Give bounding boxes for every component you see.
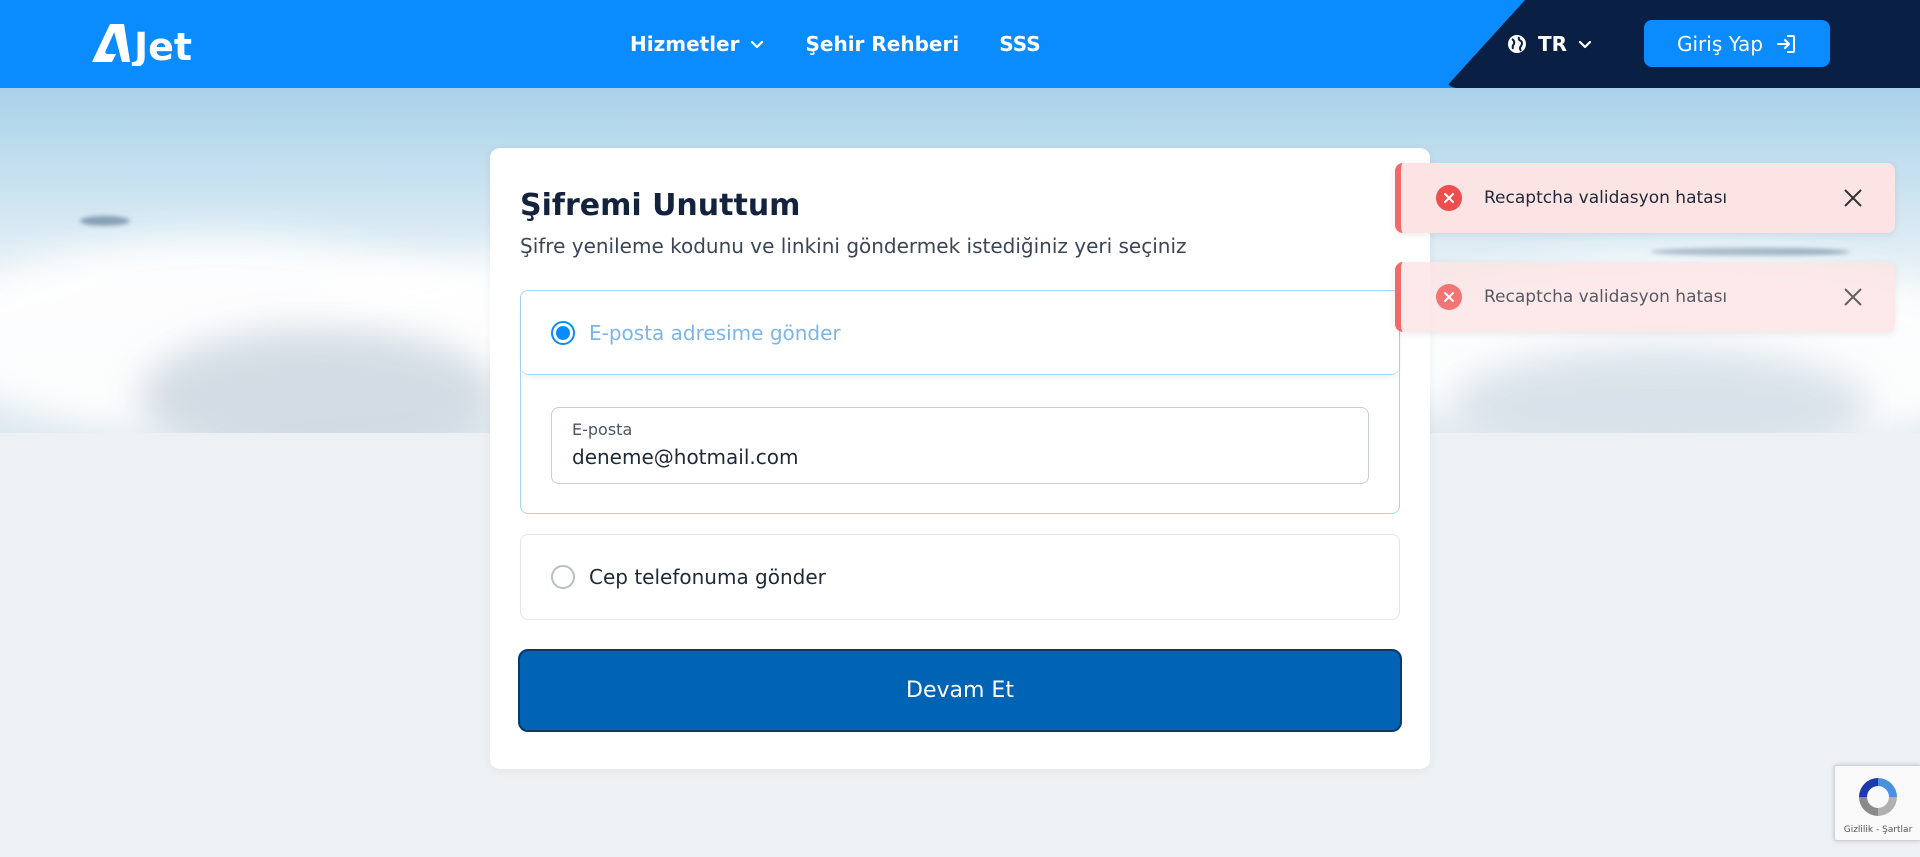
email-field-label: E-posta [572,420,633,439]
page-subtitle: Şifre yenileme kodunu ve linkini gönderm… [520,234,1187,258]
nav-item-sss[interactable]: SSS [999,32,1040,56]
recaptcha-links[interactable]: Gizlilik - Şartlar [1835,825,1920,835]
recaptcha-icon [1859,778,1897,816]
globe-icon [1508,35,1526,53]
nav-item-label: SSS [999,32,1041,56]
error-toast: Recaptcha validasyon hatası [1395,262,1895,332]
mountain-ridge [1650,248,1850,256]
phone-radio[interactable] [551,565,575,589]
email-option-panel: E-posta adresime gönder E-posta [520,290,1400,514]
phone-option[interactable]: Cep telefonuma gönder [520,534,1400,620]
toast-message: Recaptcha validasyon hatası [1484,287,1728,307]
login-label: Giriş Yap [1676,31,1764,56]
error-icon [1436,284,1462,310]
close-icon[interactable] [1841,285,1865,309]
login-arrow-icon [1777,34,1796,53]
nav-item-label: Şehir Rehberi [805,32,960,56]
email-field[interactable]: E-posta [551,407,1369,484]
email-input[interactable] [572,445,1348,469]
nav-item-label: Hizmetler [630,32,740,56]
continue-button[interactable]: Devam Et [518,649,1402,732]
recaptcha-badge[interactable]: Gizlilik - Şartlar [1834,765,1920,841]
email-radio[interactable] [551,320,575,345]
forgot-password-card: Şifremi Unuttum Şifre yenileme kodunu ve… [490,148,1430,769]
toast-message: Recaptcha validasyon hatası [1484,188,1728,208]
nav-item-hizmetler[interactable]: Hizmetler [630,32,765,56]
ajet-logo[interactable]: Jet [88,18,216,66]
language-code: TR [1538,32,1568,56]
error-icon [1436,185,1462,211]
close-icon[interactable] [1841,186,1865,210]
phone-option-label: Cep telefonuma gönder [589,565,826,589]
error-toast: Recaptcha validasyon hatası [1395,163,1895,233]
main-nav: Hizmetler Şehir Rehberi SSS [630,0,1041,88]
top-header: Jet Hizmetler Şehir Rehberi SSS TR Giriş… [0,0,1920,88]
language-selector[interactable]: TR [1506,0,1593,88]
svg-text:Jet: Jet [131,25,192,66]
mountain-peak [80,216,130,226]
login-button[interactable]: Giriş Yap [1644,20,1830,67]
page-title: Şifremi Unuttum [520,188,801,223]
email-option[interactable]: E-posta adresime gönder [521,291,1399,375]
chevron-down-icon [751,40,764,49]
email-option-label: E-posta adresime gönder [589,320,841,345]
chevron-down-icon [1578,40,1592,49]
nav-item-sehir-rehberi[interactable]: Şehir Rehberi [805,32,959,56]
